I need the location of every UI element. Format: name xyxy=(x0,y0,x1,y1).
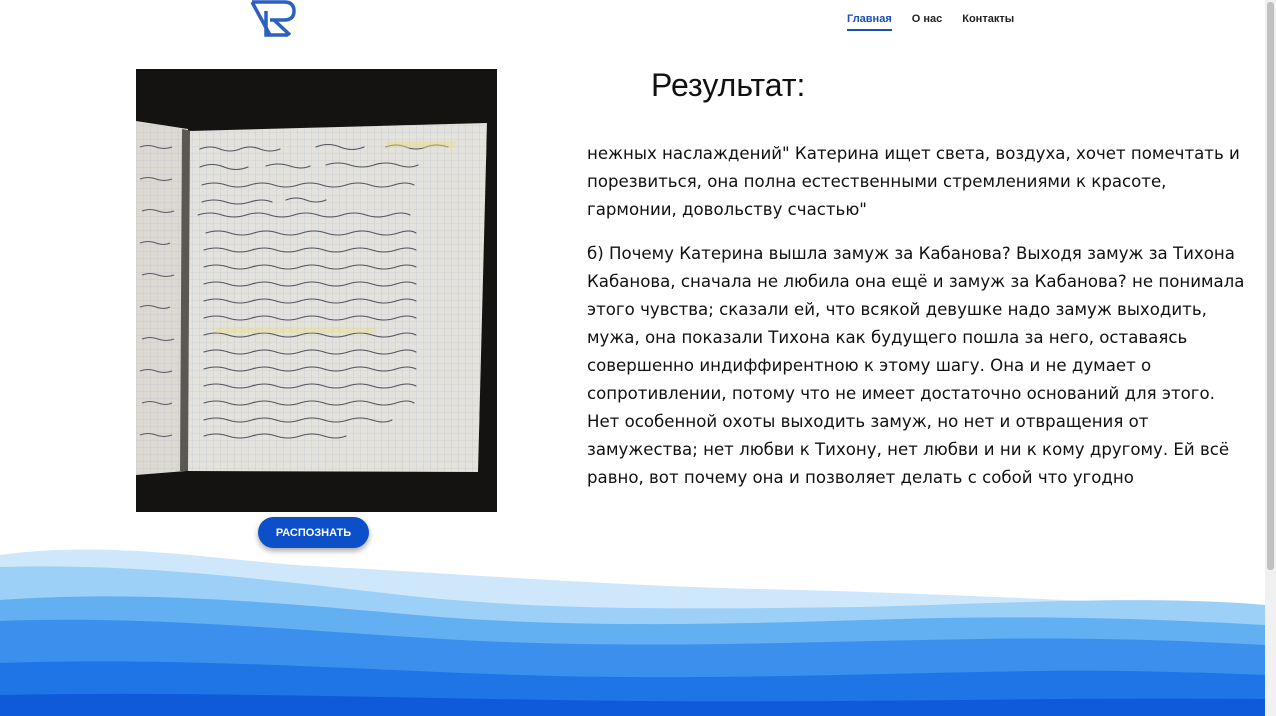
recognize-button[interactable]: РАСПОЗНАТЬ xyxy=(258,517,369,548)
main-nav: Главная О нас Контакты xyxy=(847,13,1014,31)
decorative-waves xyxy=(0,545,1265,716)
nav-about-link[interactable]: О нас xyxy=(912,13,943,31)
uploaded-notebook-photo xyxy=(136,69,497,512)
nav-home-link[interactable]: Главная xyxy=(847,13,892,31)
page-scrollbar[interactable] xyxy=(1265,0,1276,716)
result-paragraph: нежных наслаждений" Катерина ищет света,… xyxy=(587,144,1240,219)
result-text: нежных наслаждений" Катерина ищет света,… xyxy=(587,140,1247,508)
page: Главная О нас Контакты РАСПОЗНАТЬ Резуль… xyxy=(0,0,1265,716)
result-title: Результат: xyxy=(651,67,806,103)
scrollbar-thumb[interactable] xyxy=(1267,2,1274,570)
result-paragraph: б) Почему Катерина вышла замуж за Кабано… xyxy=(587,244,1245,487)
nav-contacts-link[interactable]: Контакты xyxy=(962,13,1014,31)
rp-logo-icon[interactable] xyxy=(250,0,296,38)
